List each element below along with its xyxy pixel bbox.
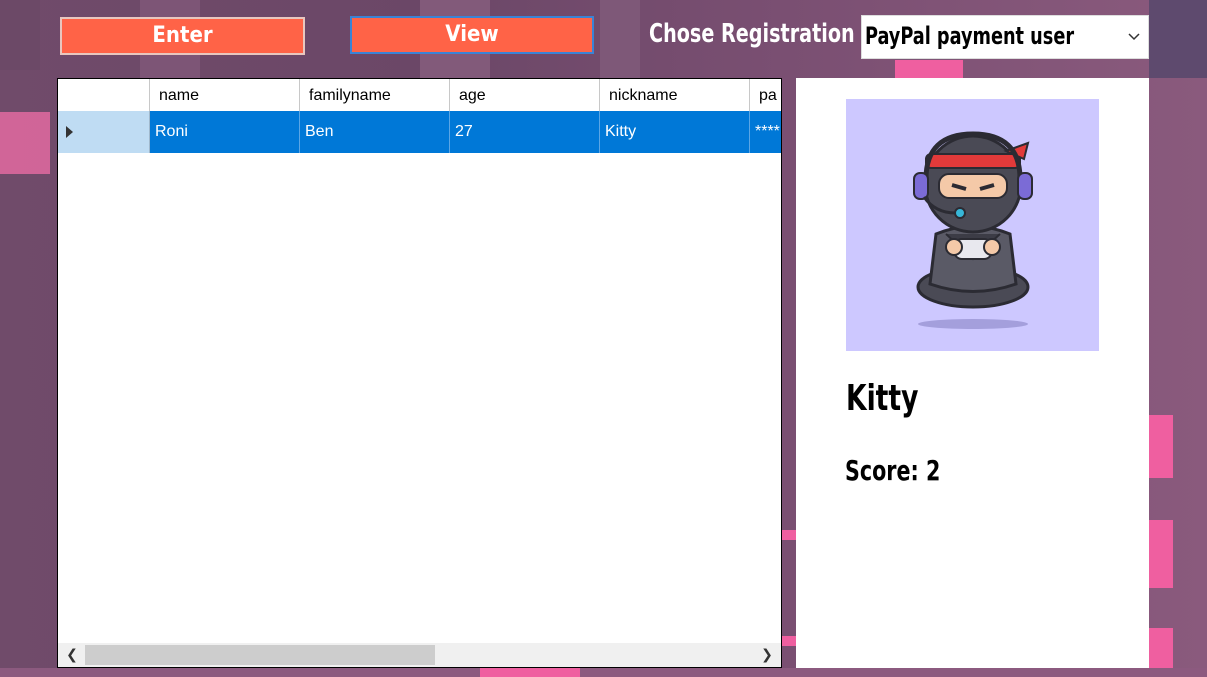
registration-select[interactable]: PayPal payment user — [861, 15, 1149, 59]
card-score: Score: 2 — [845, 454, 941, 487]
cell-age[interactable]: 27 — [450, 111, 600, 153]
current-row-arrow-icon — [66, 126, 73, 138]
cell-familyname[interactable]: Ben — [300, 111, 450, 153]
chevron-down-icon — [1128, 33, 1140, 41]
scroll-right-icon[interactable]: ❯ — [755, 643, 779, 667]
avatar — [846, 99, 1099, 351]
scroll-left-icon[interactable]: ❮ — [60, 643, 84, 667]
card-nickname: Kitty — [846, 378, 919, 419]
row-header-corner — [58, 79, 150, 111]
ninja-gamer-avatar-icon — [913, 131, 1033, 329]
registration-label: Chose Registration — [649, 19, 855, 49]
cell-password[interactable]: **** — [750, 111, 781, 153]
cell-nickname[interactable]: Kitty — [600, 111, 750, 153]
enter-button[interactable]: Enter — [60, 17, 305, 55]
registration-select-value: PayPal payment user — [865, 22, 1075, 50]
cell-name[interactable]: Roni — [150, 111, 300, 153]
data-grid[interactable]: name familyname age nickname pa Roni Ben… — [57, 78, 782, 668]
horizontal-scrollbar[interactable]: ❮ ❯ — [58, 643, 781, 667]
profile-card: Kitty Score: 2 — [796, 78, 1149, 668]
column-header-name[interactable]: name — [150, 79, 300, 111]
table-row[interactable]: Roni Ben 27 Kitty **** — [58, 111, 781, 153]
column-header-nickname[interactable]: nickname — [600, 79, 750, 111]
scrollbar-thumb[interactable] — [85, 645, 435, 665]
view-button[interactable]: View — [350, 16, 594, 54]
column-header-password[interactable]: pa — [750, 79, 781, 111]
column-header-age[interactable]: age — [450, 79, 600, 111]
row-header[interactable] — [58, 111, 150, 153]
grid-header: name familyname age nickname pa — [58, 79, 781, 112]
column-header-familyname[interactable]: familyname — [300, 79, 450, 111]
